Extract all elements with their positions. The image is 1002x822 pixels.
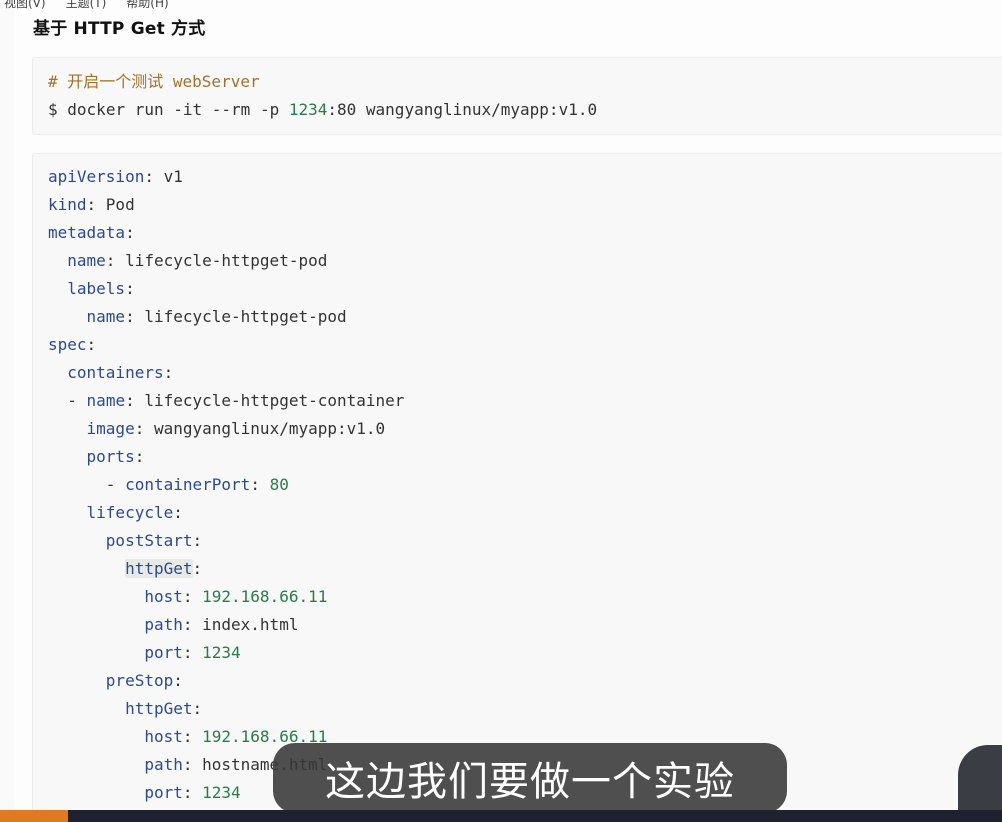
yaml-key: ports: [86, 447, 135, 466]
yaml-value: lifecycle-httpget-pod: [144, 307, 347, 326]
code-line: httpGet:: [125, 699, 203, 718]
yaml-number: 192.168.66.11: [202, 587, 328, 606]
yaml-dash: -: [105, 475, 116, 494]
yaml-key: preStop: [105, 671, 174, 690]
left-gutter: [0, 0, 14, 822]
yaml-value: lifecycle-httpget-container: [144, 391, 405, 410]
code-line: kind: Pod: [48, 195, 135, 214]
code-line: port: 1234: [144, 783, 241, 802]
yaml-key: image: [86, 419, 135, 438]
port-number: 1234: [288, 100, 328, 119]
yaml-value: Pod: [105, 195, 135, 214]
yaml-key: port: [144, 643, 183, 662]
code-line: - containerPort: 80: [105, 475, 289, 494]
code-line: path: index.html: [144, 615, 299, 634]
yaml-code-block[interactable]: apiVersion: v1 kind: Pod metadata: name:…: [32, 153, 1002, 822]
yaml-key: path: [144, 755, 183, 774]
yaml-key: host: [144, 587, 183, 606]
yaml-number: 1234: [202, 783, 241, 802]
editor-window: 视图(V) 主题(T) 帮助(H) 基于 HTTP Get 方式 # 开启一个测…: [0, 0, 1002, 822]
code-line: httpGet:: [125, 559, 203, 578]
command-rest: :80 wangyanglinux/myapp:v1.0: [327, 100, 598, 119]
code-line: postStart:: [105, 531, 203, 550]
code-line: name: lifecycle-httpget-pod: [86, 307, 347, 326]
yaml-key: host: [144, 727, 183, 746]
yaml-value: index.html: [202, 615, 299, 634]
yaml-key: metadata: [48, 223, 126, 242]
yaml-key: labels: [67, 279, 126, 298]
yaml-key: apiVersion: [48, 167, 145, 186]
yaml-key: containerPort: [125, 475, 251, 494]
code-line: - name: lifecycle-httpget-container: [67, 391, 405, 410]
code-line: apiVersion: v1: [48, 167, 183, 186]
code-line: host: 192.168.66.11: [144, 587, 328, 606]
code-line: name: lifecycle-httpget-pod: [67, 251, 328, 270]
code-line: lifecycle:: [86, 503, 183, 522]
comment: # 开启一个测试 webServer: [48, 72, 260, 91]
yaml-key: postStart: [105, 531, 193, 550]
video-subtitle: 这边我们要做一个实验: [273, 743, 787, 813]
menu-help[interactable]: 帮助(H): [122, 0, 168, 12]
yaml-key: name: [67, 251, 106, 270]
command-text: docker run -it --rm -p: [67, 100, 280, 119]
yaml-key-highlighted: httpGet: [125, 559, 193, 578]
yaml-key: httpGet: [125, 699, 193, 718]
section-heading: 基于 HTTP Get 方式: [33, 19, 206, 39]
yaml-value: wangyanglinux/myapp:v1.0: [153, 419, 386, 438]
yaml-number: 80: [269, 475, 289, 494]
code-line: $ docker run -it --rm -p 1234:80 wangyan…: [48, 100, 597, 120]
yaml-value: lifecycle-httpget-pod: [125, 251, 328, 270]
yaml-key: path: [144, 615, 183, 634]
shell-prompt: $: [48, 100, 58, 119]
yaml-key: kind: [48, 195, 87, 214]
yaml-key: lifecycle: [86, 503, 174, 522]
code-line: metadata:: [48, 223, 135, 242]
yaml-number: 1234: [202, 643, 241, 662]
yaml-key: spec: [48, 335, 87, 354]
taskbar: [0, 810, 1002, 822]
yaml-dash: -: [67, 391, 77, 410]
taskbar-app-button[interactable]: [0, 810, 68, 822]
yaml-key: port: [144, 783, 183, 802]
code-line: port: 1234: [144, 643, 241, 662]
menubar: 视图(V) 主题(T) 帮助(H): [0, 0, 169, 12]
code-line: # 开启一个测试 webServer: [48, 72, 260, 92]
menu-view[interactable]: 视图(V): [0, 0, 46, 12]
command-code-block[interactable]: # 开启一个测试 webServer $ docker run -it --rm…: [32, 57, 1002, 135]
code-line: preStop:: [105, 671, 183, 690]
yaml-key: name: [86, 391, 126, 410]
yaml-key: containers: [67, 363, 164, 382]
menu-theme[interactable]: 主题(T): [62, 0, 107, 12]
code-line: ports:: [86, 447, 145, 466]
yaml-key: name: [86, 307, 126, 326]
yaml-value: v1: [163, 167, 183, 186]
code-line: spec:: [48, 335, 97, 354]
code-line: image: wangyanglinux/myapp:v1.0: [86, 419, 386, 438]
code-line: containers:: [67, 363, 174, 382]
code-line: labels:: [67, 279, 135, 298]
